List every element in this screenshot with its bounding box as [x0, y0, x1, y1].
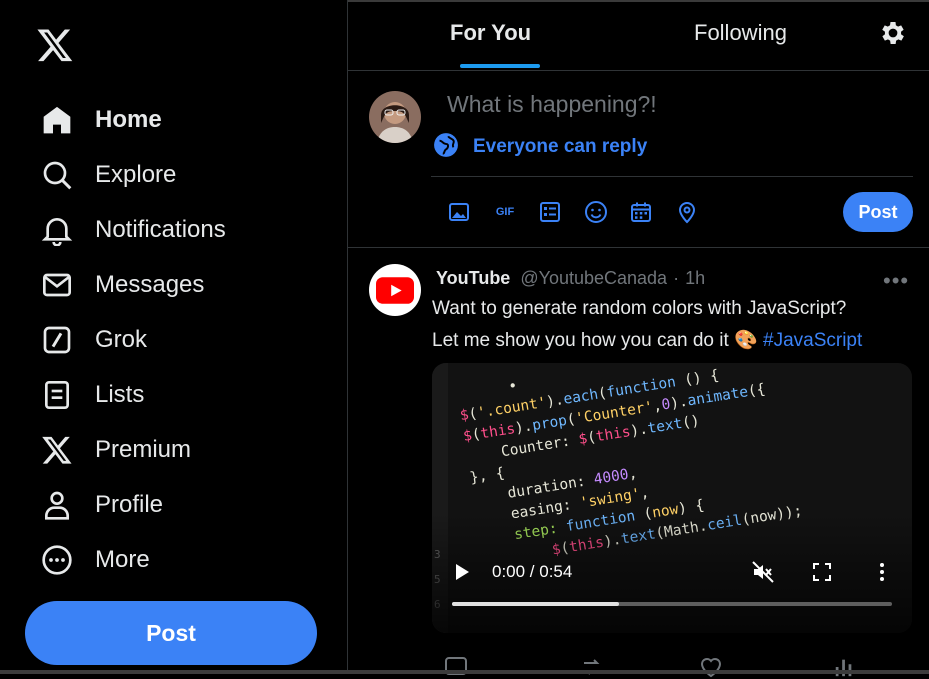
- person-icon: [40, 488, 74, 522]
- envelope-icon: [40, 268, 74, 302]
- video-time: 0:00 / 0:54: [492, 562, 573, 581]
- reply-icon: [445, 657, 467, 675]
- divider: [431, 176, 913, 177]
- tweet-card[interactable]: YouTube @YoutubeCanada · 1h ••• Want to …: [348, 248, 929, 678]
- fullscreen-icon[interactable]: [812, 562, 832, 582]
- video-player[interactable]: 356 • $('.count').each(function () { $(t…: [432, 363, 912, 633]
- tweet-timestamp[interactable]: 1h: [685, 268, 705, 289]
- reply-button[interactable]: [444, 655, 468, 679]
- composer-post-button[interactable]: Post: [843, 192, 913, 232]
- location-icon[interactable]: [674, 199, 700, 225]
- author-name[interactable]: YouTube: [436, 268, 510, 289]
- sidebar: Home Explore Notifications Messages Grok: [0, 0, 347, 674]
- reply-setting-button[interactable]: Everyone can reply: [433, 132, 648, 163]
- views-button[interactable]: [833, 655, 855, 679]
- youtube-avatar[interactable]: [369, 264, 421, 316]
- x-logo-icon[interactable]: [36, 26, 74, 64]
- tweet-text-line: Let me show you how you can do it 🎨 #Jav…: [432, 328, 862, 352]
- video-progress-bar[interactable]: [452, 602, 892, 606]
- gif-label: GIF: [495, 206, 515, 218]
- emoji-icon[interactable]: [583, 199, 609, 225]
- bell-icon: [40, 213, 74, 247]
- hashtag-link[interactable]: #JavaScript: [763, 330, 862, 351]
- tweet-header: YouTube @YoutubeCanada · 1h: [436, 268, 705, 289]
- sidebar-item-explore[interactable]: Explore: [40, 155, 176, 195]
- x-logo-icon: [40, 433, 74, 467]
- sidebar-item-label: Messages: [95, 271, 205, 298]
- avatar[interactable]: [369, 91, 421, 143]
- gear-icon[interactable]: [878, 18, 908, 48]
- sidebar-item-label: Notifications: [95, 216, 226, 243]
- app-window: Home Explore Notifications Messages Grok: [0, 0, 929, 678]
- tab-for-you[interactable]: For You: [450, 20, 531, 46]
- tweet-text-line: Want to generate random colors with Java…: [432, 298, 847, 319]
- tweet-composer: What is happening?! Everyone can reply G…: [348, 71, 929, 248]
- gif-icon[interactable]: GIF: [492, 199, 518, 225]
- sidebar-item-label: Lists: [95, 381, 145, 408]
- sidebar-item-grok[interactable]: Grok: [40, 320, 147, 360]
- play-icon[interactable]: [454, 563, 470, 581]
- poll-icon[interactable]: [537, 199, 563, 225]
- sidebar-item-profile[interactable]: Profile: [40, 485, 163, 525]
- sidebar-item-label: More: [95, 546, 150, 573]
- more-options-icon[interactable]: •••: [883, 268, 909, 294]
- like-button[interactable]: [698, 655, 724, 679]
- kebab-menu-icon[interactable]: [872, 561, 892, 583]
- sidebar-item-lists[interactable]: Lists: [40, 375, 144, 415]
- tab-following[interactable]: Following: [694, 20, 787, 46]
- main-column: For You Following What is happening?! Ev…: [347, 0, 929, 678]
- sidebar-item-label: Home: [95, 106, 162, 133]
- list-icon: [40, 378, 74, 412]
- sidebar-item-label: Profile: [95, 491, 164, 518]
- home-icon: [40, 103, 74, 137]
- image-icon[interactable]: [446, 199, 472, 225]
- sidebar-item-more[interactable]: More: [40, 540, 150, 580]
- reply-setting-label: Everyone can reply: [473, 136, 648, 157]
- sidebar-item-notifications[interactable]: Notifications: [40, 210, 226, 250]
- sidebar-item-premium[interactable]: Premium: [40, 430, 191, 470]
- sidebar-item-label: Premium: [95, 436, 192, 463]
- bottom-scroll-edge: [0, 670, 929, 674]
- sidebar-item-messages[interactable]: Messages: [40, 265, 204, 305]
- video-progress-fill: [452, 602, 620, 606]
- repost-icon: [584, 659, 600, 675]
- more-circle-icon: [40, 543, 74, 577]
- active-tab-indicator: [460, 64, 540, 68]
- separator-dot: ·: [673, 268, 680, 288]
- heart-icon: [700, 658, 722, 678]
- author-handle[interactable]: @YoutubeCanada: [520, 268, 667, 289]
- post-button[interactable]: Post: [25, 601, 317, 665]
- compose-input[interactable]: What is happening?!: [447, 91, 657, 118]
- globe-icon: [433, 132, 459, 163]
- muted-speaker-icon[interactable]: [751, 560, 775, 584]
- youtube-logo-icon: [376, 276, 414, 304]
- sidebar-item-label: Explore: [95, 161, 177, 188]
- schedule-icon[interactable]: [628, 199, 654, 225]
- tweet-text: Let me show you how you can do it 🎨: [432, 330, 758, 351]
- repost-button[interactable]: [580, 655, 604, 679]
- sidebar-item-home[interactable]: Home: [40, 100, 162, 140]
- timeline-tabs: For You Following: [348, 0, 929, 71]
- search-icon: [40, 158, 74, 192]
- sidebar-item-label: Grok: [95, 326, 148, 353]
- views-icon: [835, 659, 852, 677]
- grok-icon: [40, 323, 74, 357]
